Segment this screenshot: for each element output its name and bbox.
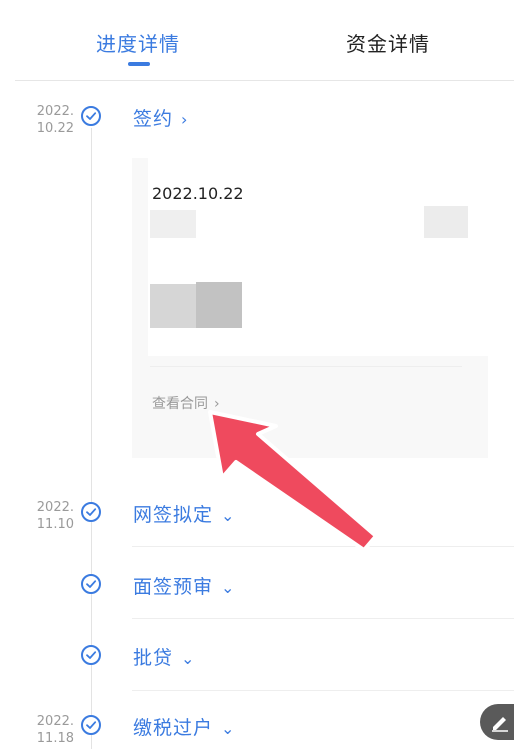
edit-button[interactable] [480, 704, 514, 740]
annotation-arrow-icon [208, 410, 378, 552]
pencil-icon [492, 717, 508, 732]
